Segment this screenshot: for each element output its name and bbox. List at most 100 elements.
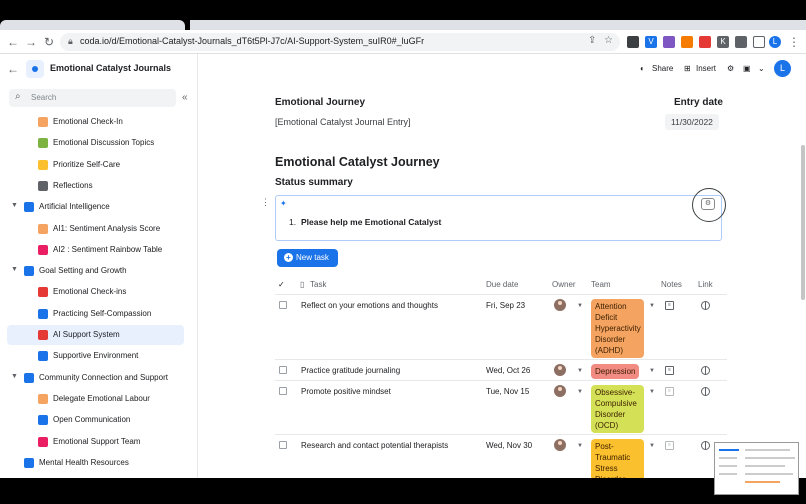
team-badge[interactable]: Attention Deficit Hyperactivity Disorder… bbox=[591, 299, 644, 358]
puzzle-icon[interactable] bbox=[735, 36, 747, 48]
chevron-down-icon[interactable]: ▼ bbox=[577, 389, 583, 395]
chevron-down-icon[interactable]: ▼ bbox=[577, 303, 583, 309]
task-name[interactable]: Research and contact potential therapist… bbox=[301, 441, 448, 450]
owner-avatar[interactable] bbox=[554, 385, 566, 397]
avatar[interactable]: L bbox=[774, 60, 791, 77]
search-input[interactable]: ⌕ Search bbox=[9, 89, 176, 107]
notes-icon[interactable]: ≡ bbox=[665, 366, 674, 375]
new-task-button[interactable]: + New task bbox=[277, 249, 338, 267]
chevron-down-icon[interactable]: ⌄ bbox=[758, 64, 765, 73]
sidebar-item[interactable]: Open Communication bbox=[7, 410, 184, 430]
reload-icon[interactable]: ↻ bbox=[41, 34, 57, 50]
notes-icon[interactable]: ≡ bbox=[665, 441, 674, 450]
browser-tab[interactable] bbox=[0, 20, 185, 30]
ai-block[interactable]: ✦ 1. Please help me Emotional Catalyst bbox=[275, 195, 722, 241]
chevron-down-icon[interactable]: ▼ bbox=[11, 202, 18, 209]
link-globe-icon[interactable] bbox=[701, 387, 710, 396]
header-link[interactable]: Link bbox=[698, 280, 713, 289]
share-icon[interactable]: ◐ bbox=[640, 64, 645, 73]
settings-gear-icon[interactable]: ⚙ bbox=[727, 64, 734, 73]
link-globe-icon[interactable] bbox=[701, 301, 710, 310]
chevron-down-icon[interactable]: ▼ bbox=[11, 373, 18, 380]
collapse-sidebar-icon[interactable]: « bbox=[182, 92, 188, 103]
metamask-icon[interactable] bbox=[681, 36, 693, 48]
sidebar-item[interactable]: Prioritize Self-Care bbox=[7, 155, 184, 175]
owner-avatar[interactable] bbox=[554, 364, 566, 376]
owner-avatar[interactable] bbox=[554, 439, 566, 451]
notes-icon[interactable]: ≡ bbox=[665, 301, 674, 310]
drag-handle-icon[interactable]: ⋮ bbox=[261, 197, 270, 208]
notes-icon[interactable]: ≡ bbox=[665, 387, 674, 396]
doc-logo-icon[interactable] bbox=[26, 60, 44, 78]
more-menu-icon[interactable]: ⋮ bbox=[786, 34, 802, 50]
sidepanel-icon[interactable] bbox=[753, 36, 765, 48]
sidebar-item[interactable]: ▼ Community Connection and Support bbox=[7, 368, 184, 388]
extension-icon[interactable]: V bbox=[645, 36, 657, 48]
doc-title[interactable]: Emotional Catalyst Journals bbox=[50, 63, 171, 73]
scrollbar[interactable] bbox=[801, 145, 805, 300]
sidebar-item[interactable]: Supportive Environment bbox=[7, 346, 184, 366]
extension-icon[interactable] bbox=[663, 36, 675, 48]
row-checkbox[interactable] bbox=[279, 387, 287, 395]
address-bar[interactable]: 🔒︎ coda.io/d/Emotional-Catalyst-Journals… bbox=[60, 33, 620, 51]
due-date[interactable]: Wed, Nov 30 bbox=[486, 441, 532, 450]
row-checkbox[interactable] bbox=[279, 366, 287, 374]
chevron-down-icon[interactable]: ▼ bbox=[577, 368, 583, 374]
extension-icon[interactable] bbox=[627, 36, 639, 48]
task-name[interactable]: Reflect on your emotions and thoughts bbox=[301, 301, 438, 310]
sidebar-item[interactable]: Reflections bbox=[7, 176, 184, 196]
header-notes[interactable]: Notes bbox=[661, 280, 682, 289]
team-badge[interactable]: Post-Traumatic Stress Disorder bbox=[591, 439, 644, 478]
sidebar-item[interactable]: ▼ Artificial Intelligence bbox=[7, 197, 184, 217]
due-date[interactable]: Wed, Oct 26 bbox=[486, 366, 530, 375]
header-owner[interactable]: Owner bbox=[552, 280, 576, 289]
profile-avatar[interactable]: L bbox=[769, 36, 781, 48]
extension-icon[interactable]: K bbox=[717, 36, 729, 48]
sidebar-item[interactable]: Practicing Self-Compassion bbox=[7, 304, 184, 324]
due-date[interactable]: Fri, Sep 23 bbox=[486, 301, 525, 310]
insert-icon[interactable]: ⊞ bbox=[684, 64, 691, 73]
insert-button[interactable]: Insert bbox=[696, 64, 716, 73]
sidebar-item[interactable]: Delegate Emotional Labour bbox=[7, 389, 184, 409]
chevron-down-icon[interactable]: ▼ bbox=[577, 443, 583, 449]
forward-arrow-icon[interactable]: → bbox=[23, 34, 39, 50]
back-arrow-icon[interactable]: ← bbox=[7, 62, 19, 76]
owner-avatar[interactable] bbox=[554, 299, 566, 311]
bookmark-star-icon[interactable]: ☆ bbox=[604, 35, 613, 46]
share-page-icon[interactable]: ⇪ bbox=[588, 35, 596, 46]
ai-prompt-text[interactable]: Please help me Emotional Catalyst bbox=[301, 217, 441, 227]
chevron-down-icon[interactable]: ▼ bbox=[649, 443, 655, 449]
sidebar-item[interactable]: AI Support System bbox=[7, 325, 184, 345]
header-team[interactable]: Team bbox=[591, 280, 611, 289]
comments-icon[interactable]: ▣ bbox=[743, 64, 751, 73]
chevron-down-icon[interactable]: ▼ bbox=[649, 368, 655, 374]
sidebar-item[interactable]: AI2 : Sentiment Rainbow Table bbox=[7, 240, 184, 260]
sidebar-item[interactable]: Emotional Check-In bbox=[7, 112, 184, 132]
sidebar-item[interactable]: AI1: Sentiment Analysis Score bbox=[7, 219, 184, 239]
link-globe-icon[interactable] bbox=[701, 366, 710, 375]
chevron-down-icon[interactable]: ▼ bbox=[11, 266, 18, 273]
chevron-down-icon[interactable]: ▼ bbox=[649, 303, 655, 309]
entry-date-value[interactable]: 11/30/2022 bbox=[665, 114, 719, 130]
url-text[interactable]: coda.io/d/Emotional-Catalyst-Journals_dT… bbox=[80, 36, 424, 46]
task-name[interactable]: Practice gratitude journaling bbox=[301, 366, 400, 375]
header-due-date[interactable]: Due date bbox=[486, 280, 518, 289]
extension-icon[interactable] bbox=[699, 36, 711, 48]
header-check-icon[interactable]: ✓ bbox=[278, 280, 285, 289]
journey-value[interactable]: [Emotional Catalyst Journal Entry] bbox=[275, 117, 411, 127]
task-name[interactable]: Promote positive mindset bbox=[301, 387, 391, 396]
share-button[interactable]: Share bbox=[652, 64, 673, 73]
row-checkbox[interactable] bbox=[279, 441, 287, 449]
team-badge[interactable]: Obsessive-Compulsive Disorder (OCD) bbox=[591, 385, 644, 433]
link-globe-icon[interactable] bbox=[701, 441, 710, 450]
back-arrow-icon[interactable]: ← bbox=[5, 34, 21, 50]
sidebar-item[interactable]: Mental Health Resources bbox=[7, 453, 184, 473]
chevron-down-icon[interactable]: ▼ bbox=[649, 389, 655, 395]
sidebar-item[interactable]: Emotional Support Team bbox=[7, 432, 184, 452]
header-task[interactable]: Task bbox=[310, 280, 326, 289]
sidebar-item[interactable]: Emotional Check-ins bbox=[7, 282, 184, 302]
sidebar-item[interactable]: Emotional Discussion Topics bbox=[7, 133, 184, 153]
team-badge[interactable]: Depression bbox=[591, 364, 640, 379]
due-date[interactable]: Tue, Nov 15 bbox=[486, 387, 529, 396]
ai-settings-button[interactable]: ⚙ bbox=[692, 188, 726, 222]
